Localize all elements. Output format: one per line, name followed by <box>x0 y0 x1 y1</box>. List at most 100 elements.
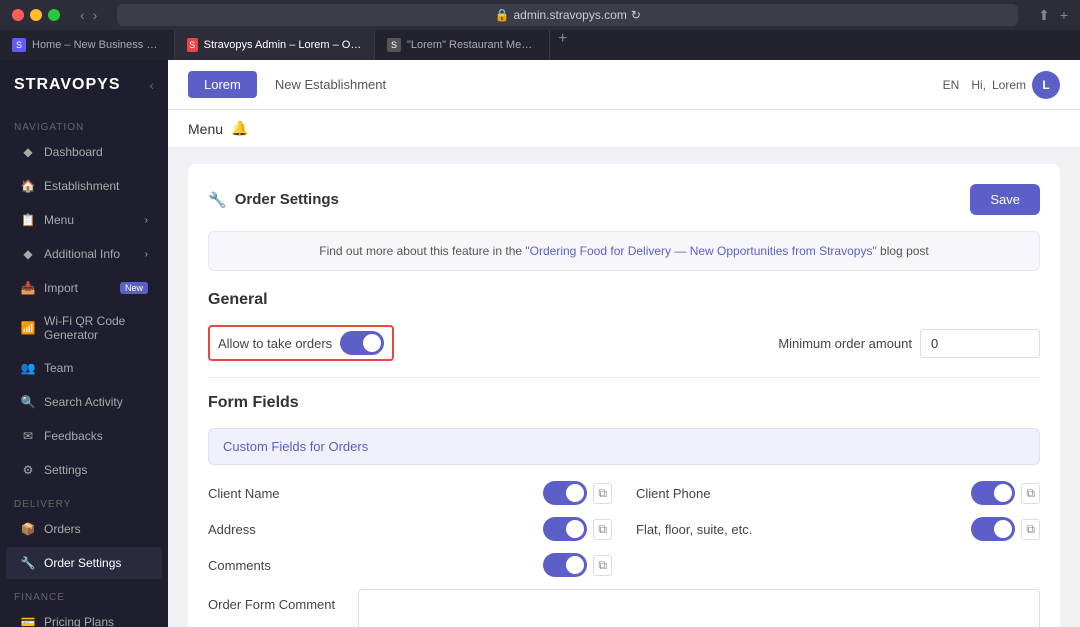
page-title-bar: Menu 🔔 <box>168 110 1080 148</box>
settings-icon: ⚙ <box>20 462 36 478</box>
browser-tab-3[interactable]: S "Lorem" Restaurant Menu | Stravopys <box>375 30 550 60</box>
sidebar-item-pricing-plans[interactable]: 💳 Pricing Plans <box>6 606 162 627</box>
flat-floor-controls: ⧉ <box>971 517 1040 541</box>
comments-toggle[interactable] <box>543 553 587 577</box>
url-text: admin.stravopys.com <box>513 8 626 22</box>
header-tabs: Lorem New Establishment <box>188 71 402 98</box>
app: STRAVOPYS ‹ NAVIGATION ◆ Dashboard 🏠 Est… <box>0 60 1080 627</box>
client-name-field: Client Name ⧉ <box>208 481 612 505</box>
tab2-favicon: S <box>187 38 198 52</box>
client-name-toggle[interactable] <box>543 481 587 505</box>
min-order-control: Minimum order amount <box>778 329 1040 358</box>
comments-controls: ⧉ <box>543 553 612 577</box>
sidebar-item-dashboard[interactable]: ◆ Dashboard <box>6 136 162 168</box>
min-order-input[interactable] <box>920 329 1040 358</box>
flat-floor-field: Flat, floor, suite, etc. ⧉ <box>636 517 1040 541</box>
client-phone-edit-icon[interactable]: ⧉ <box>1021 483 1040 504</box>
establishment-icon: 🏠 <box>20 178 36 194</box>
share-icon[interactable]: ⬆ <box>1038 7 1050 24</box>
sidebar-item-settings[interactable]: ⚙ Settings <box>6 454 162 486</box>
min-order-label: Minimum order amount <box>778 336 912 351</box>
sidebar-item-import[interactable]: 📥 Import New <box>6 272 162 304</box>
save-button[interactable]: Save <box>970 184 1040 215</box>
dashboard-icon: ◆ <box>20 144 36 160</box>
card-title-text: Order Settings <box>235 191 339 208</box>
client-phone-toggle[interactable] <box>971 481 1015 505</box>
content-area: 🔧 Order Settings Save Find out more abou… <box>168 148 1080 627</box>
allow-orders-toggle-highlight: Allow to take orders <box>208 325 394 361</box>
sidebar-item-label-pricing-plans: Pricing Plans <box>44 615 114 627</box>
sidebar-item-wifi-qr[interactable]: 📶 Wi-Fi QR Code Generator <box>6 306 162 350</box>
tab1-favicon: S <box>12 38 26 52</box>
browser-tab-2[interactable]: S Stravopys Admin – Lorem – Order Settin… <box>175 30 375 60</box>
address-edit-icon[interactable]: ⧉ <box>593 519 612 540</box>
address-controls: ⧉ <box>543 517 612 541</box>
app-header: Lorem New Establishment EN Hi, Lorem L <box>168 60 1080 110</box>
client-name-controls: ⧉ <box>543 481 612 505</box>
client-phone-slider <box>971 481 1015 505</box>
sidebar-item-label-establishment: Establishment <box>44 179 119 193</box>
address-field: Address ⧉ <box>208 517 612 541</box>
browser-controls: ‹ › <box>80 7 97 23</box>
bell-icon[interactable]: 🔔 <box>231 120 248 137</box>
sidebar-item-team[interactable]: 👥 Team <box>6 352 162 384</box>
sidebar-item-label-team: Team <box>44 361 73 375</box>
additional-info-arrow-icon: › <box>145 249 148 260</box>
browser-tab-1[interactable]: S Home – New Business – Stripe [Test] <box>0 30 175 60</box>
sidebar-item-search-activity[interactable]: 🔍 Search Activity <box>6 386 162 418</box>
tab3-favicon: S <box>387 38 401 52</box>
sidebar-item-label-settings: Settings <box>44 463 87 477</box>
custom-fields-link[interactable]: Custom Fields for Orders <box>223 439 368 454</box>
dot-red[interactable] <box>12 9 24 21</box>
info-banner-text: Find out more about this feature in the <box>319 244 522 258</box>
client-phone-controls: ⧉ <box>971 481 1040 505</box>
sidebar-item-feedbacks[interactable]: ✉ Feedbacks <box>6 420 162 452</box>
language-button[interactable]: EN <box>943 78 960 92</box>
info-banner-suffix: blog post <box>880 244 929 258</box>
info-banner-link[interactable]: "Ordering Food for Delivery — New Opport… <box>525 244 876 258</box>
order-settings-card: 🔧 Order Settings Save Find out more abou… <box>188 164 1060 627</box>
header-tab-new-establishment[interactable]: New Establishment <box>259 71 402 98</box>
address-toggle[interactable] <box>543 517 587 541</box>
comments-label: Comments <box>208 558 271 573</box>
sidebar-item-establishment[interactable]: 🏠 Establishment <box>6 170 162 202</box>
sidebar-collapse-button[interactable]: ‹ <box>149 77 154 93</box>
team-icon: 👥 <box>20 360 36 376</box>
client-name-label: Client Name <box>208 486 280 501</box>
address-bar[interactable]: 🔒 admin.stravopys.com ↻ <box>117 4 1018 26</box>
new-tab-icon[interactable]: + <box>1060 7 1068 24</box>
dot-green[interactable] <box>48 9 60 21</box>
user-avatar[interactable]: L <box>1032 71 1060 99</box>
feedbacks-icon: ✉ <box>20 428 36 444</box>
sidebar-item-label-order-settings: Order Settings <box>44 556 121 570</box>
client-phone-field: Client Phone ⧉ <box>636 481 1040 505</box>
header-tab-lorem[interactable]: Lorem <box>188 71 257 98</box>
dot-yellow[interactable] <box>30 9 42 21</box>
order-form-comment-textarea[interactable] <box>358 589 1040 627</box>
client-name-edit-icon[interactable]: ⧉ <box>593 483 612 504</box>
allow-orders-toggle[interactable] <box>340 331 384 355</box>
sidebar-item-label-import: Import <box>44 281 78 295</box>
user-name: Lorem <box>992 78 1026 92</box>
sidebar-item-order-settings[interactable]: 🔧 Order Settings <box>6 547 162 579</box>
new-tab-button[interactable]: + <box>550 30 575 60</box>
flat-floor-slider <box>971 517 1015 541</box>
comments-edit-icon[interactable]: ⧉ <box>593 555 612 576</box>
sidebar-item-label-menu: Menu <box>44 213 74 227</box>
form-fields-section-title: Form Fields <box>208 394 1040 412</box>
card-header: 🔧 Order Settings Save <box>208 184 1040 215</box>
forward-button[interactable]: › <box>93 7 98 23</box>
sidebar-item-additional-info[interactable]: ◆ Additional Info › <box>6 238 162 270</box>
menu-icon: 📋 <box>20 212 36 228</box>
logo-text: STRAVOPYS <box>14 76 121 94</box>
sidebar-item-orders[interactable]: 📦 Orders <box>6 513 162 545</box>
sidebar-item-label-feedbacks: Feedbacks <box>44 429 103 443</box>
flat-floor-toggle[interactable] <box>971 517 1015 541</box>
back-button[interactable]: ‹ <box>80 7 85 23</box>
finance-section-label: FINANCE <box>0 586 168 605</box>
browser-dots <box>12 9 60 21</box>
sidebar-item-menu[interactable]: 📋 Menu › <box>6 204 162 236</box>
flat-floor-edit-icon[interactable]: ⧉ <box>1021 519 1040 540</box>
refresh-icon: ↻ <box>631 8 641 22</box>
import-icon: 📥 <box>20 280 36 296</box>
